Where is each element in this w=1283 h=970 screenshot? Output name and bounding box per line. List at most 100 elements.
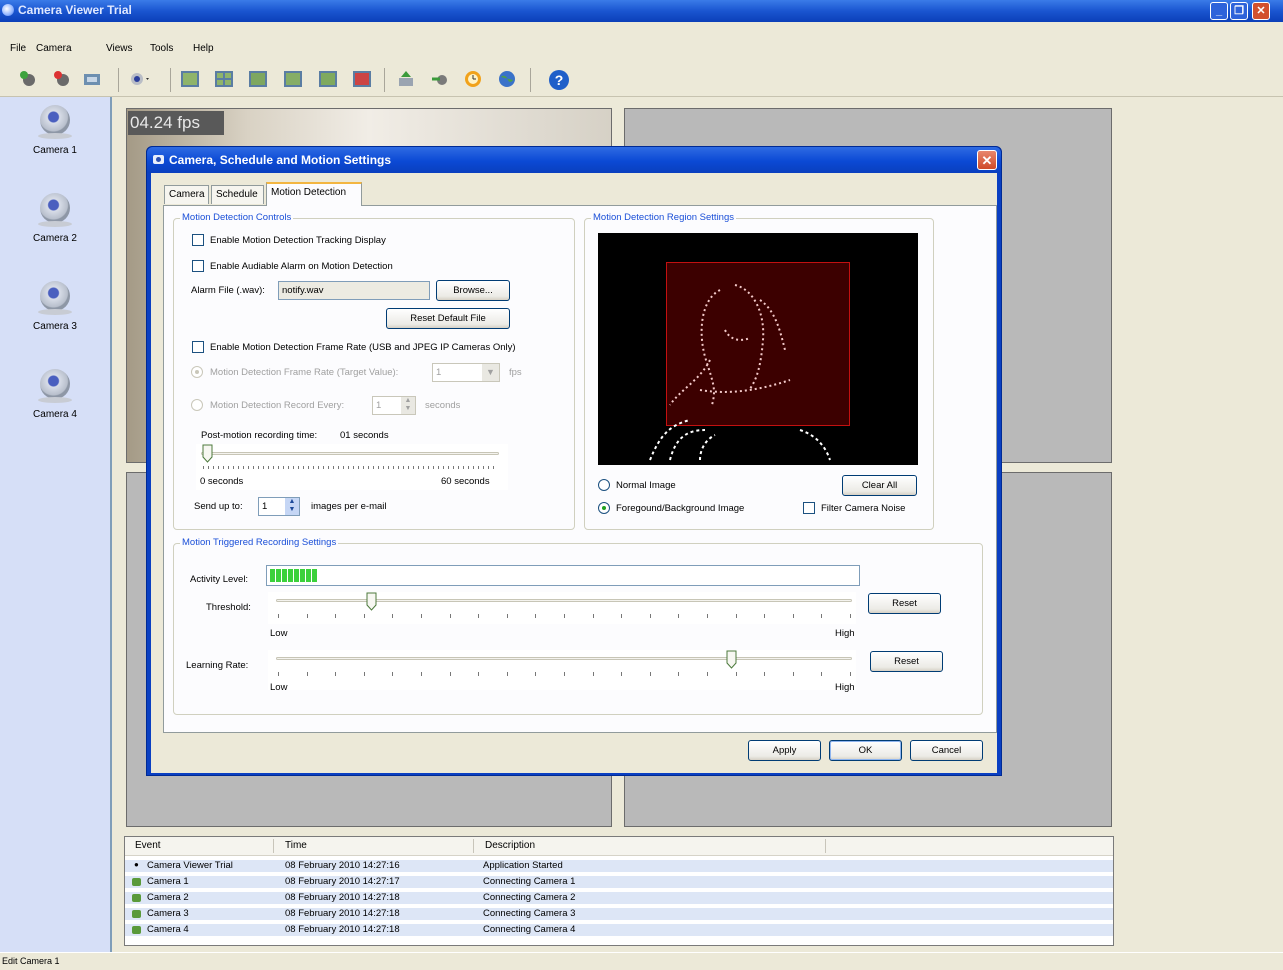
fullscreen-icon[interactable] bbox=[352, 69, 372, 89]
camera-list-item-2[interactable]: Camera 2 bbox=[18, 193, 92, 244]
tab-schedule[interactable]: Schedule bbox=[211, 185, 264, 204]
tab-camera[interactable]: Camera bbox=[164, 185, 209, 204]
post-max-label: 60 seconds bbox=[441, 476, 490, 487]
webcam-icon bbox=[40, 369, 70, 399]
normal-image-label: Normal Image bbox=[616, 480, 676, 491]
fg-bg-image-radio[interactable] bbox=[598, 502, 610, 514]
dialog-title: Camera, Schedule and Motion Settings bbox=[169, 153, 392, 167]
camera-list-pane: Camera 1 Camera 2 Camera 3 Camera 4 bbox=[0, 97, 112, 952]
audible-alarm-checkbox[interactable] bbox=[192, 260, 204, 272]
threshold-high-label: High bbox=[835, 628, 855, 639]
reset-default-file-button[interactable]: Reset Default File bbox=[386, 308, 510, 329]
group-label: Motion Detection Region Settings bbox=[591, 212, 736, 223]
menu-help[interactable]: Help bbox=[193, 43, 214, 54]
menu-camera[interactable]: Camera bbox=[36, 43, 72, 54]
table-row[interactable]: Camera 3 08 February 2010 14:27:18 Conne… bbox=[125, 908, 1113, 920]
motion-icon[interactable] bbox=[430, 69, 450, 89]
frame-rate-radio[interactable] bbox=[191, 366, 203, 378]
help-icon[interactable]: ? bbox=[548, 69, 569, 90]
spin-arrows-icon[interactable]: ▲ ▼ bbox=[401, 397, 415, 414]
webcam-icon bbox=[40, 193, 70, 223]
threshold-slider-track[interactable] bbox=[276, 599, 852, 602]
web-globe-icon[interactable] bbox=[497, 69, 517, 89]
camera-label: Camera 2 bbox=[33, 233, 77, 244]
spin-arrows-icon[interactable]: ▲ ▼ bbox=[285, 498, 299, 515]
schedule-clock-icon[interactable] bbox=[463, 69, 483, 89]
frame-rate-enable-checkbox[interactable] bbox=[192, 341, 204, 353]
post-motion-ticks bbox=[203, 466, 497, 470]
record-every-radio[interactable] bbox=[191, 399, 203, 411]
dialog-close-icon[interactable]: ✕ bbox=[977, 150, 997, 170]
learning-rate-reset-button[interactable]: Reset bbox=[870, 651, 943, 672]
column-description[interactable]: Description bbox=[485, 840, 535, 851]
table-row[interactable]: ● Camera Viewer Trial 08 February 2010 1… bbox=[125, 860, 1113, 872]
column-event[interactable]: Event bbox=[135, 840, 161, 851]
ok-button[interactable]: OK bbox=[829, 740, 902, 761]
fg-bg-image-label: Foregound/Background Image bbox=[616, 503, 745, 514]
clear-all-button[interactable]: Clear All bbox=[842, 475, 917, 496]
table-row[interactable]: Camera 1 08 February 2010 14:27:17 Conne… bbox=[125, 876, 1113, 888]
restore-icon[interactable]: ❐ bbox=[1230, 2, 1248, 20]
threshold-low-label: Low bbox=[270, 628, 288, 639]
table-row[interactable]: Camera 4 08 February 2010 14:27:18 Conne… bbox=[125, 924, 1113, 936]
camera-dropdown-icon[interactable] bbox=[128, 69, 149, 89]
minimize-icon[interactable]: _ bbox=[1210, 2, 1228, 20]
tracking-display-label: Enable Motion Detection Tracking Display bbox=[210, 235, 386, 246]
column-time[interactable]: Time bbox=[285, 840, 307, 851]
filter-noise-label: Filter Camera Noise bbox=[821, 503, 906, 514]
app-bullet-icon: ● bbox=[134, 860, 139, 869]
threshold-slider-area bbox=[268, 592, 856, 624]
tab-motion-detection[interactable]: Motion Detection bbox=[266, 182, 362, 206]
menu-tools[interactable]: Tools bbox=[150, 43, 173, 54]
view-9-icon[interactable] bbox=[283, 69, 303, 89]
activity-level-fill bbox=[270, 569, 317, 582]
frame-rate-unit: fps bbox=[509, 367, 522, 378]
camera-list-item-3[interactable]: Camera 3 bbox=[18, 281, 92, 332]
post-motion-slider-thumb[interactable] bbox=[202, 444, 213, 463]
menu-file[interactable]: File bbox=[10, 43, 26, 54]
view-16-icon[interactable] bbox=[318, 69, 338, 89]
add-camera-icon[interactable] bbox=[18, 69, 38, 89]
post-motion-slider-track[interactable] bbox=[201, 452, 499, 455]
recording-icon[interactable] bbox=[396, 69, 416, 89]
activity-level-label: Activity Level: bbox=[190, 574, 249, 585]
remove-camera-icon[interactable] bbox=[52, 69, 72, 89]
normal-image-radio[interactable] bbox=[598, 479, 610, 491]
learning-rate-slider-thumb[interactable] bbox=[726, 650, 737, 669]
threshold-reset-button[interactable]: Reset bbox=[868, 593, 941, 614]
record-every-label: Motion Detection Record Every: bbox=[210, 400, 345, 411]
webcam-icon bbox=[40, 281, 70, 311]
camera-event-icon bbox=[132, 878, 141, 886]
filter-noise-checkbox[interactable] bbox=[803, 502, 815, 514]
camera-event-icon bbox=[132, 910, 141, 918]
camera-label: Camera 3 bbox=[33, 321, 77, 332]
menu-views[interactable]: Views bbox=[106, 43, 133, 54]
threshold-slider-thumb[interactable] bbox=[366, 592, 377, 611]
tracking-display-checkbox[interactable] bbox=[192, 234, 204, 246]
audible-alarm-label: Enable Audiable Alarm on Motion Detectio… bbox=[210, 261, 393, 272]
learning-high-label: High bbox=[835, 682, 855, 693]
learning-rate-slider-track[interactable] bbox=[276, 657, 852, 660]
browse-button[interactable]: Browse... bbox=[436, 280, 510, 301]
view-4-icon[interactable] bbox=[214, 69, 234, 89]
alarm-file-label: Alarm File (.wav): bbox=[191, 285, 265, 296]
camera-list-item-4[interactable]: Camera 4 bbox=[18, 369, 92, 420]
motion-silhouette-image bbox=[649, 284, 831, 461]
chevron-down-icon[interactable]: ▼ bbox=[482, 364, 499, 381]
close-icon[interactable]: ✕ bbox=[1252, 2, 1270, 20]
camera-settings-icon[interactable] bbox=[82, 69, 102, 89]
camera-event-icon bbox=[132, 894, 141, 902]
table-row[interactable]: Camera 2 08 February 2010 14:27:18 Conne… bbox=[125, 892, 1113, 904]
alarm-file-field[interactable]: notify.wav bbox=[278, 281, 430, 300]
view-1-icon[interactable] bbox=[180, 69, 200, 89]
camera-label: Camera 1 bbox=[33, 145, 77, 156]
apply-button[interactable]: Apply bbox=[748, 740, 821, 761]
send-up-to-label: Send up to: bbox=[194, 501, 243, 512]
cancel-button[interactable]: Cancel bbox=[910, 740, 983, 761]
post-min-label: 0 seconds bbox=[200, 476, 244, 487]
camera-list-item-1[interactable]: Camera 1 bbox=[18, 105, 92, 156]
view-6-icon[interactable] bbox=[248, 69, 268, 89]
camera-event-icon bbox=[132, 926, 141, 934]
activity-level-meter bbox=[266, 565, 860, 586]
threshold-label: Threshold: bbox=[206, 602, 251, 613]
